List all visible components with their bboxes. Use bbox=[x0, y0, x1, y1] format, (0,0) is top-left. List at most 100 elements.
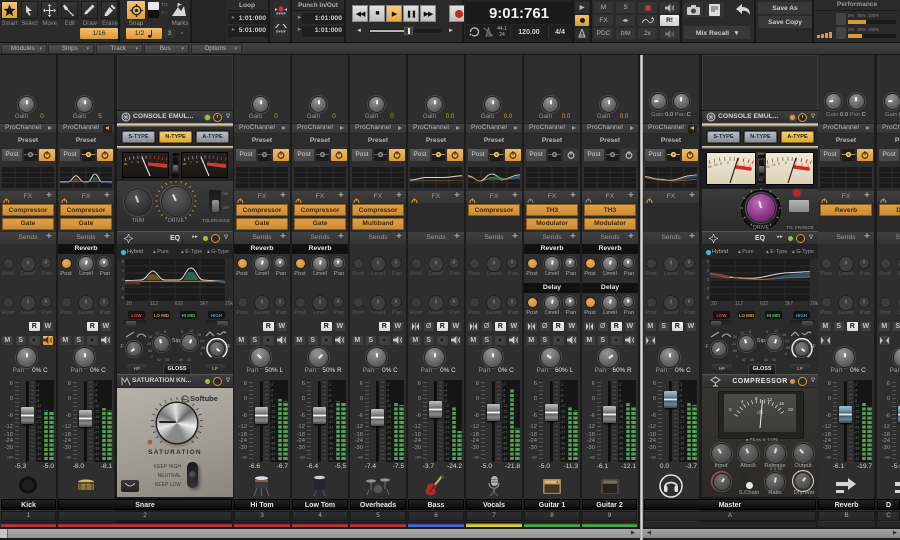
svg-text:-12: -12 bbox=[679, 404, 684, 408]
svg-text:-30: -30 bbox=[560, 436, 565, 440]
svg-text:-18: -18 bbox=[386, 415, 391, 419]
svg-text:-42: -42 bbox=[502, 452, 507, 456]
svg-text:-45: -45 bbox=[94, 457, 99, 460]
svg-text:-8: -8 bbox=[386, 399, 389, 403]
svg-text:-24: -24 bbox=[328, 425, 333, 429]
svg-text:-6: -6 bbox=[502, 394, 505, 398]
svg-text:-4: -4 bbox=[854, 388, 857, 392]
svg-text:-36: -36 bbox=[618, 441, 623, 445]
svg-text:-4: -4 bbox=[94, 388, 97, 392]
svg-text:-42: -42 bbox=[679, 452, 684, 456]
svg-text:-15: -15 bbox=[618, 410, 623, 414]
svg-text:0: 0 bbox=[729, 407, 732, 412]
svg-text:-24: -24 bbox=[444, 425, 449, 429]
svg-text:-30: -30 bbox=[328, 436, 333, 440]
svg-text:-30: -30 bbox=[854, 436, 859, 440]
svg-text:-12: -12 bbox=[270, 404, 275, 408]
svg-text:20: 20 bbox=[766, 165, 770, 169]
svg-text:-2: -2 bbox=[679, 383, 682, 387]
svg-text:-30: -30 bbox=[36, 436, 41, 440]
svg-text:-45: -45 bbox=[444, 457, 449, 460]
svg-text:-8: -8 bbox=[854, 399, 857, 403]
svg-text:-45: -45 bbox=[679, 457, 684, 460]
svg-text:dB: dB bbox=[757, 410, 764, 416]
svg-text:-21: -21 bbox=[94, 420, 99, 424]
svg-text:20: 20 bbox=[788, 407, 794, 412]
svg-text:-30: -30 bbox=[618, 436, 623, 440]
svg-text:-21: -21 bbox=[854, 420, 859, 424]
svg-text:-18: -18 bbox=[679, 415, 684, 419]
svg-text:-36: -36 bbox=[502, 441, 507, 445]
svg-text:-21: -21 bbox=[270, 420, 275, 424]
svg-text:-12: -12 bbox=[854, 404, 859, 408]
svg-text:-21: -21 bbox=[386, 420, 391, 424]
svg-text:-30: -30 bbox=[94, 436, 99, 440]
svg-text:-12: -12 bbox=[328, 404, 333, 408]
svg-text:-27: -27 bbox=[36, 431, 41, 435]
svg-text:-27: -27 bbox=[679, 431, 684, 435]
svg-text:-6: -6 bbox=[560, 394, 563, 398]
svg-text:-2: -2 bbox=[328, 383, 331, 387]
svg-text:10: 10 bbox=[714, 163, 718, 167]
svg-text:-42: -42 bbox=[328, 452, 333, 456]
svg-text:-12: -12 bbox=[444, 404, 449, 408]
svg-text:-4: -4 bbox=[502, 388, 505, 392]
svg-text:-2: -2 bbox=[618, 383, 621, 387]
svg-text:-42: -42 bbox=[444, 452, 449, 456]
svg-text:-30: -30 bbox=[444, 436, 449, 440]
svg-text:-8: -8 bbox=[618, 399, 621, 403]
svg-text:-21: -21 bbox=[444, 420, 449, 424]
svg-text:-24: -24 bbox=[618, 425, 623, 429]
svg-text:-4: -4 bbox=[328, 388, 331, 392]
svg-text:-42: -42 bbox=[386, 452, 391, 456]
svg-text:-12: -12 bbox=[618, 404, 623, 408]
svg-text:-39: -39 bbox=[386, 447, 391, 451]
svg-text:-2: -2 bbox=[386, 383, 389, 387]
svg-text:-42: -42 bbox=[94, 452, 99, 456]
svg-text:-36: -36 bbox=[444, 441, 449, 445]
svg-text:-42: -42 bbox=[270, 452, 275, 456]
svg-text:-39: -39 bbox=[270, 447, 275, 451]
svg-text:-36: -36 bbox=[679, 441, 684, 445]
svg-text:-8: -8 bbox=[444, 399, 447, 403]
svg-text:-45: -45 bbox=[386, 457, 391, 460]
svg-text:-6: -6 bbox=[679, 394, 682, 398]
svg-text:-45: -45 bbox=[502, 457, 507, 460]
svg-text:-45: -45 bbox=[328, 457, 333, 460]
svg-text:-24: -24 bbox=[854, 425, 859, 429]
svg-text:-2: -2 bbox=[560, 383, 563, 387]
svg-text:-36: -36 bbox=[560, 441, 565, 445]
svg-text:-21: -21 bbox=[36, 420, 41, 424]
svg-text:-27: -27 bbox=[270, 431, 275, 435]
svg-text:-42: -42 bbox=[560, 452, 565, 456]
svg-text:-4: -4 bbox=[618, 388, 621, 392]
svg-text:-27: -27 bbox=[854, 431, 859, 435]
svg-text:-18: -18 bbox=[36, 415, 41, 419]
svg-text:-8: -8 bbox=[328, 399, 331, 403]
svg-text:7: 7 bbox=[190, 161, 192, 165]
svg-text:-6: -6 bbox=[94, 394, 97, 398]
svg-text:-27: -27 bbox=[328, 431, 333, 435]
svg-text:-24: -24 bbox=[386, 425, 391, 429]
svg-text:5: 5 bbox=[778, 162, 780, 166]
svg-text:-2: -2 bbox=[36, 383, 39, 387]
svg-text:-21: -21 bbox=[328, 420, 333, 424]
svg-text:-8: -8 bbox=[502, 399, 505, 403]
svg-text:16: 16 bbox=[779, 401, 785, 406]
svg-text:-8: -8 bbox=[94, 399, 97, 403]
svg-text:0: 0 bbox=[785, 161, 787, 165]
svg-text:-4: -4 bbox=[36, 388, 39, 392]
svg-text:-39: -39 bbox=[854, 447, 859, 451]
svg-text:-4: -4 bbox=[270, 388, 273, 392]
svg-text:-30: -30 bbox=[386, 436, 391, 440]
svg-text:-6: -6 bbox=[386, 394, 389, 398]
svg-text:-8: -8 bbox=[270, 399, 273, 403]
svg-text:-39: -39 bbox=[502, 447, 507, 451]
svg-text:-36: -36 bbox=[854, 441, 859, 445]
svg-text:-12: -12 bbox=[560, 404, 565, 408]
svg-text:-24: -24 bbox=[679, 425, 684, 429]
svg-text:-21: -21 bbox=[560, 420, 565, 424]
svg-text:-27: -27 bbox=[502, 431, 507, 435]
svg-text:-39: -39 bbox=[444, 447, 449, 451]
svg-text:-36: -36 bbox=[94, 441, 99, 445]
